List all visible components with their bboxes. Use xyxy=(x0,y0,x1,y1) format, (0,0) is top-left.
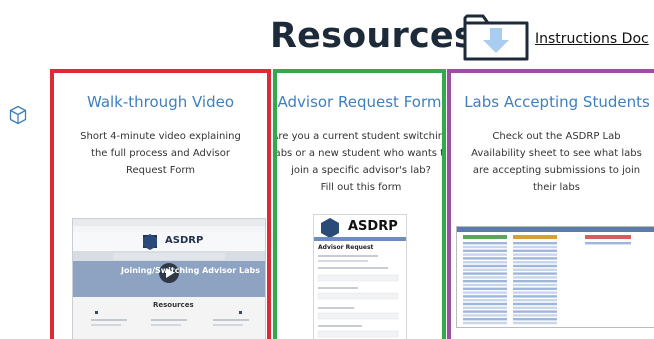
sheet-row xyxy=(513,299,557,302)
sheet-row xyxy=(463,276,507,279)
sheet-row xyxy=(463,299,507,302)
sheet-row xyxy=(513,261,557,264)
card-description: Short 4-minute video explaining the full… xyxy=(80,131,241,176)
sheet-row xyxy=(513,249,557,252)
sheet-row xyxy=(463,310,507,313)
sheet-row xyxy=(513,264,557,268)
sheet-row xyxy=(513,242,557,245)
sheet-row xyxy=(463,321,507,325)
card-walkthrough-video: Walk-through Video Short 4-minute video … xyxy=(50,69,271,339)
card-description-line: Are you a current student switching labs… xyxy=(273,131,446,176)
form-thumbnail[interactable]: ASDRP Advisor Request xyxy=(313,214,407,339)
sheet-row xyxy=(513,276,557,279)
sheet-row xyxy=(463,283,507,287)
video-thumb-banner: Joining/Switching Advisor Labs xyxy=(121,266,260,275)
sheet-row xyxy=(513,257,557,260)
sheet-row xyxy=(513,287,557,290)
sheet-row xyxy=(463,287,507,290)
sheet-row xyxy=(463,302,507,306)
sheet-row xyxy=(463,249,507,252)
sheet-row xyxy=(463,261,507,264)
sheet-row xyxy=(463,314,507,317)
sheet-row xyxy=(463,242,507,245)
sheet-row xyxy=(513,321,557,325)
sheet-row xyxy=(513,310,557,313)
sheet-row xyxy=(513,318,557,321)
sheet-row xyxy=(513,283,557,287)
card-description: Check out the ASDRP Lab Availability she… xyxy=(471,131,642,193)
card-labs-accepting-students: Labs Accepting Students Check out the AS… xyxy=(447,69,654,339)
instructions-doc-link[interactable]: Instructions Doc xyxy=(535,30,649,48)
sheet-row xyxy=(513,253,557,256)
form-thumb-heading: Advisor Request xyxy=(318,244,374,251)
sheet-row xyxy=(513,268,557,271)
card-description: Are you a current student switching labs… xyxy=(273,128,446,196)
sheet-row xyxy=(513,291,557,294)
card-title[interactable]: Labs Accepting Students xyxy=(451,92,654,112)
video-thumb-section: Resources xyxy=(153,301,194,309)
sheet-row xyxy=(463,268,507,271)
sheet-row xyxy=(463,291,507,294)
folder-download-icon[interactable] xyxy=(462,10,530,62)
sheet-row xyxy=(513,280,557,283)
sheet-row xyxy=(513,314,557,317)
sheet-row xyxy=(513,302,557,306)
sheet-row xyxy=(513,245,557,249)
card-title[interactable]: Walk-through Video xyxy=(54,92,267,112)
card-advisor-request-form: Advisor Request Form Are you a current s… xyxy=(273,69,446,339)
form-thumb-brand: ASDRP xyxy=(348,219,398,234)
sheet-row xyxy=(463,245,507,249)
video-thumb-brand: ASDRP xyxy=(165,235,204,246)
page-title: Resources xyxy=(270,16,475,56)
sheet-row xyxy=(463,280,507,283)
sheet-row xyxy=(463,295,507,298)
sheet-row xyxy=(513,272,557,275)
video-thumbnail[interactable]: ASDRP Joining/Switching Advisor Labs Res… xyxy=(72,218,266,339)
sheet-row xyxy=(513,295,557,298)
sheet-row xyxy=(585,242,631,245)
card-title[interactable]: Advisor Request Form xyxy=(277,92,442,112)
sheet-row xyxy=(463,253,507,256)
card-description-line: Fill out this form xyxy=(320,182,402,193)
sheet-row xyxy=(463,272,507,275)
cube-icon xyxy=(9,105,27,125)
sheet-row xyxy=(463,318,507,321)
sheet-row xyxy=(463,257,507,260)
sheet-row xyxy=(463,264,507,268)
sheet-row xyxy=(513,306,557,309)
spreadsheet-thumbnail[interactable] xyxy=(456,226,654,328)
sheet-row xyxy=(463,306,507,309)
